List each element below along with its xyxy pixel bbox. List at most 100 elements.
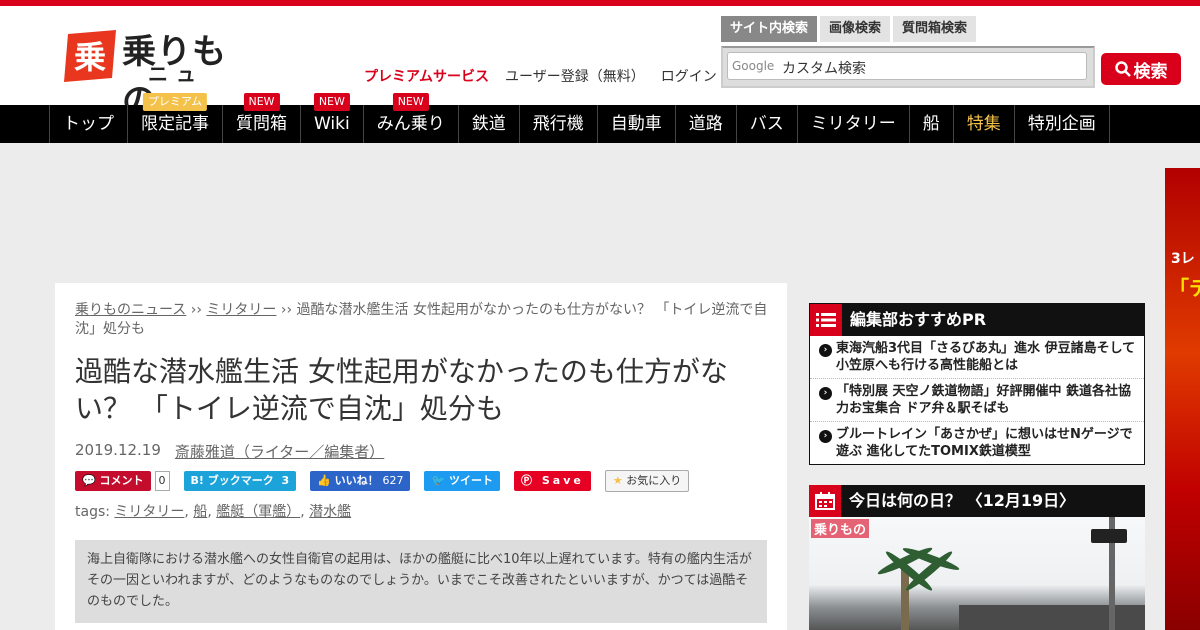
nav-item[interactable]: NEW みん乗り: [362, 93, 458, 143]
hatena-label: B! ブックマーク: [190, 474, 274, 487]
tags-label: tags:: [75, 504, 110, 520]
nav-item-label: トップ: [63, 114, 114, 134]
pr-title: 編集部おすすめPR: [850, 310, 987, 329]
pr-item-text: 「特別展 天空ノ鉄道物語」好評開催中 鉄道各社協力お宝集合 ドア弁＆駅そばも: [836, 384, 1132, 416]
nav-badge: NEW: [313, 93, 350, 111]
nav-item-label: 限定記事: [141, 114, 209, 134]
twitter-bird-icon: 🐦: [431, 474, 446, 487]
site-header: 乗 乗りもの ニュース プレミアムサービス ユーザー登録（無料） ログイン サイ…: [0, 6, 1200, 121]
like-label: いいね！: [334, 474, 379, 487]
nav-item-label: 特集: [966, 114, 1001, 134]
station-building: [959, 605, 1145, 630]
pr-item-text: 東海汽船3代目「さるびあ丸」進水 伊豆諸島そして小笠原へも行ける高性能船とは: [836, 341, 1136, 373]
list-icon: [810, 304, 842, 336]
nav-item-label: 質問箱: [236, 114, 287, 134]
article-summary: 海上自衛隊における潜水艦への女性自衛官の起用は、ほかの艦艇に比べ10年以上遅れて…: [75, 540, 767, 623]
like-count: 627: [382, 474, 404, 487]
breadcrumb-military[interactable]: ミリタリー: [206, 302, 276, 318]
breadcrumb-home[interactable]: 乗りものニュース: [75, 302, 186, 318]
login-link[interactable]: ログイン: [661, 66, 717, 86]
calendar-icon: [809, 485, 841, 517]
hatena-bookmark-button[interactable]: B! ブックマーク 3: [183, 471, 297, 491]
tag-ship[interactable]: 船: [193, 504, 207, 520]
nav-item[interactable]: 特集: [952, 105, 1014, 143]
tag-submarine[interactable]: 潜水艦: [309, 504, 351, 520]
nav-item[interactable]: NEW 質問箱: [222, 93, 300, 143]
nav-item[interactable]: トップ: [49, 105, 127, 143]
favorite-button[interactable]: ★ お気に入り: [604, 470, 690, 492]
tab-site-search[interactable]: サイト内検索: [721, 16, 818, 42]
nav-badge: NEW: [243, 93, 280, 111]
nav-item-label: バス: [749, 114, 784, 134]
chevron-right-icon: ›: [819, 344, 832, 357]
tag-warship[interactable]: 艦艇（軍艦）: [216, 504, 300, 520]
tab-question-search[interactable]: 質問箱検索: [893, 16, 977, 42]
nav-badge: プレミアム: [142, 93, 208, 111]
chevron-right-icon: ›: [819, 387, 832, 400]
header-links: プレミアムサービス ユーザー登録（無料） ログイン: [364, 66, 717, 86]
chevron-right-icon: ›: [819, 430, 832, 443]
tags-line: tags: ミリタリー, 船, 艦艇（軍艦）, 潜水艦: [75, 504, 352, 520]
nav-item[interactable]: 特別企画: [1013, 105, 1110, 143]
nav-item-label: 船: [922, 114, 940, 134]
thumbs-up-icon: 👍: [317, 474, 331, 487]
nav-item[interactable]: 船: [908, 105, 953, 143]
ad-text-1: 3レ: [1171, 251, 1195, 267]
nav-item[interactable]: 飛行機: [518, 105, 597, 143]
nav-item-label: 飛行機: [532, 114, 584, 134]
pr-item[interactable]: › 東海汽船3代目「さるびあ丸」進水 伊豆諸島そして小笠原へも行ける高性能船とは: [810, 336, 1144, 379]
editor-pr-box: 編集部おすすめPR › 東海汽船3代目「さるびあ丸」進水 伊豆諸島そして小笠原へも…: [809, 303, 1145, 465]
nav-item[interactable]: NEW Wiki: [300, 93, 363, 143]
search-icon: [1114, 61, 1131, 77]
google-label: Google: [732, 59, 775, 73]
nav-item[interactable]: プレミアム 限定記事: [127, 93, 222, 143]
today-in-history-box: 今日は何の日？ 〈12月19日〉 乗りもの: [809, 485, 1145, 630]
breadcrumb-sep: ››: [280, 302, 293, 318]
pr-item-text: ブルートレイン「あさかぜ」に想いはせNゲージで遊ぶ 進化してたTOMIX鉄道模型: [836, 427, 1133, 459]
nav-item-label: ミリタリー: [810, 114, 896, 134]
tweet-label: ツイート: [449, 474, 494, 487]
nav-item-label: みん乗り: [376, 114, 445, 134]
search-input[interactable]: Google カスタム検索: [727, 52, 1087, 80]
hatena-count: 3: [281, 474, 290, 487]
nav-item[interactable]: 道路: [674, 105, 736, 143]
comment-button[interactable]: 💬 コメント: [75, 471, 151, 491]
article-card: 乗りものニュース ›› ミリタリー ›› 過酷な潜水艦生活 女性起用がなかったの…: [55, 283, 787, 630]
today-title: 今日は何の日？ 〈12月19日〉: [849, 491, 1076, 510]
pinterest-save-button[interactable]: Ⓟ Save: [514, 471, 591, 491]
today-photo[interactable]: 乗りもの: [809, 517, 1145, 630]
search-box-frame: Google カスタム検索: [721, 46, 1095, 88]
article-author[interactable]: 斎藤雅道（ライター／編集者）: [175, 441, 384, 462]
pr-item[interactable]: › ブルートレイン「あさかぜ」に想いはせNゲージで遊ぶ 進化してたTOMIX鉄道模…: [810, 422, 1144, 464]
nav-item[interactable]: 鉄道: [457, 105, 519, 143]
search-placeholder: カスタム検索: [782, 61, 866, 77]
tweet-button[interactable]: 🐦 ツイート: [424, 471, 501, 491]
photo-watermark: 乗りもの: [811, 519, 870, 538]
nav-item-label: 道路: [688, 114, 723, 134]
tab-image-search[interactable]: 画像検索: [820, 16, 891, 42]
search-tabs: サイト内検索 画像検索 質問箱検索: [721, 16, 977, 42]
nav-item[interactable]: 自動車: [596, 105, 675, 143]
logo-badge-text: 乗: [74, 38, 106, 76]
main-nav: トップ プレミアム 限定記事 NEW 質問箱 NEW Wiki NEW みん乗り 鉄道 飛行機 自動車…: [0, 93, 1200, 143]
nav-items: トップ プレミアム 限定記事 NEW 質問箱 NEW Wiki NEW みん乗り 鉄道 飛行機 自動車…: [49, 93, 1110, 143]
pin-label: Save: [541, 474, 584, 487]
register-link[interactable]: ユーザー登録（無料）: [505, 66, 645, 86]
nav-item[interactable]: ミリタリー: [796, 105, 909, 143]
side-ad-banner[interactable]: 3レ 「テ: [1165, 168, 1200, 630]
fav-label: お気に入り: [626, 474, 682, 487]
breadcrumb-sep: ››: [190, 302, 202, 318]
search-button[interactable]: 検索: [1101, 53, 1181, 85]
tag-military[interactable]: ミリタリー: [114, 504, 184, 520]
pr-item[interactable]: › 「特別展 天空ノ鉄道物語」好評開催中 鉄道各社協力お宝集合 ドア弁＆駅そばも: [810, 379, 1144, 422]
facebook-like-button[interactable]: 👍 いいね！ 627: [310, 471, 411, 491]
nav-item[interactable]: バス: [735, 105, 797, 143]
site-logo[interactable]: 乗 乗りもの ニュース: [60, 24, 230, 121]
pinterest-icon: Ⓟ: [521, 474, 536, 487]
premium-service-link[interactable]: プレミアムサービス: [364, 66, 489, 86]
star-icon: ★: [612, 474, 623, 487]
ad-text-2: 「テ: [1169, 276, 1200, 300]
palm-tree: [901, 567, 909, 630]
nav-item-label: 鉄道: [471, 114, 506, 134]
nav-item-label: Wiki: [314, 114, 350, 134]
